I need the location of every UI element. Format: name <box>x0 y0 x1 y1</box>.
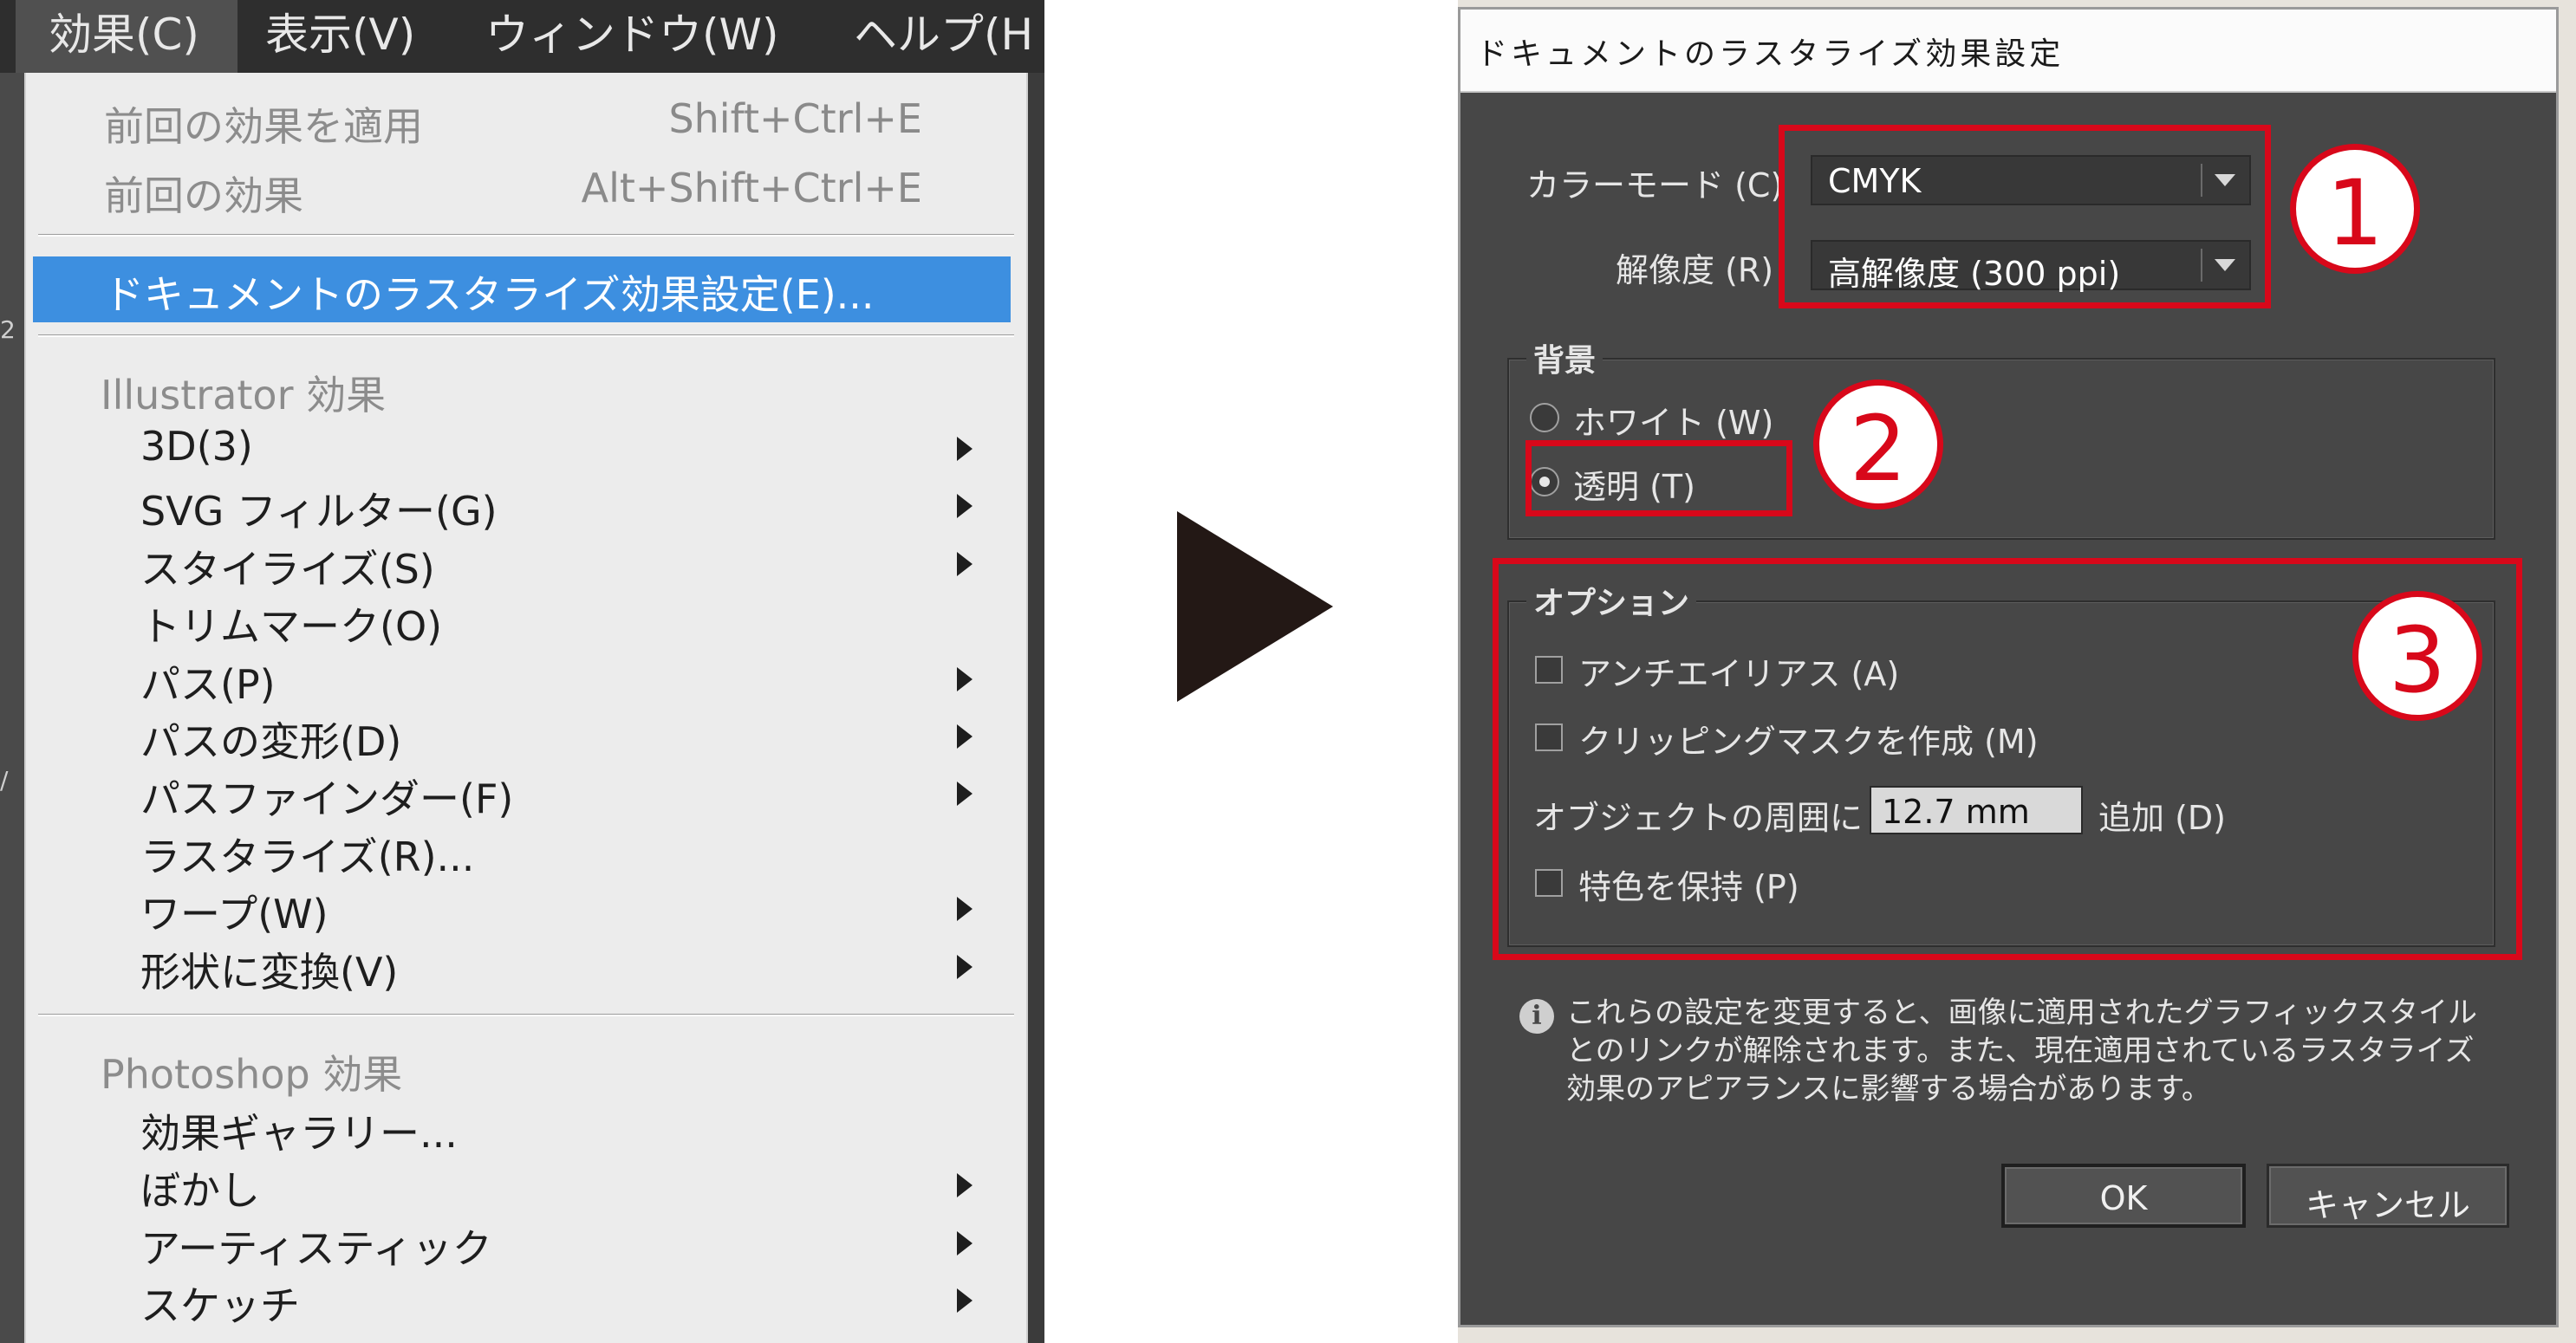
ok-button-label: OK <box>2099 1179 2148 1217</box>
menu-item[interactable]: 3D(3) <box>26 419 1026 477</box>
info-text-line-2: とのリンクが解除されます。また、現在適用されているラスタライズ <box>1566 1034 2475 1068</box>
menu-separator <box>38 1014 1014 1016</box>
menu-item-label: 効果ギャラリー... <box>140 1110 458 1157</box>
effect-menu-screenshot: 効果(C) 表示(V) ウィンドウ(W) ヘルプ(H 2 / 前回の効果を適用 … <box>0 0 1044 1343</box>
background-mark: / <box>0 766 9 795</box>
annotation-badge-3: 3 <box>2352 591 2482 721</box>
dialog-titlebar[interactable]: ドキュメントのラスタライズ効果設定 <box>1460 10 2556 93</box>
annotation-number: 2 <box>1849 396 1908 502</box>
menubar: 効果(C) 表示(V) ウィンドウ(W) ヘルプ(H <box>0 0 1044 73</box>
menu-item-shortcut: Alt+Shift+Ctrl+E <box>581 165 922 211</box>
menu-item[interactable]: ラスタライズ(R)... <box>26 822 1026 880</box>
menubar-item-help[interactable]: ヘルプ(H <box>854 0 1033 73</box>
menu-separator <box>38 334 1014 337</box>
submenu-arrow-icon <box>957 437 973 461</box>
menu-item-label: パスの変形(D) <box>140 718 402 765</box>
color-mode-label: カラーモード (C) <box>1526 166 1784 204</box>
ok-button[interactable]: OK <box>2001 1164 2246 1228</box>
radio-white-label[interactable]: ホワイト (W) <box>1573 396 1773 444</box>
submenu-arrow-icon <box>957 666 973 691</box>
menu-item-last-effect[interactable]: 前回の効果 Alt+Shift+Ctrl+E <box>26 161 1026 219</box>
radio-white[interactable] <box>1530 403 1559 432</box>
submenu-arrow-icon <box>957 724 973 749</box>
menubar-item-effect[interactable]: 効果(C) <box>16 0 237 73</box>
submenu-arrow-icon <box>957 1173 973 1198</box>
menu-item[interactable]: スケッチ <box>26 1271 1026 1329</box>
menu-item[interactable]: SVG フィルター(G) <box>26 477 1026 535</box>
dialog-title: ドキュメントのラスタライズ効果設定 <box>1476 36 2065 72</box>
menu-item-label: ラスタライズ(R)... <box>140 833 475 880</box>
menu-item-label: パスファインダー(F) <box>140 775 514 823</box>
annotation-badge-2: 2 <box>1813 380 1943 509</box>
menu-item-label: スタイライズ(S) <box>140 545 435 593</box>
transition-arrow-icon <box>1177 511 1333 702</box>
menu-item-label: 前回の効果 <box>104 172 303 219</box>
menu-item[interactable]: パスの変形(D) <box>26 707 1026 765</box>
menu-item[interactable]: パス(P) <box>26 650 1026 708</box>
menu-item-label: パス(P) <box>140 660 276 708</box>
resolution-label: 解像度 (R) <box>1616 251 1774 289</box>
submenu-arrow-icon <box>957 1288 973 1314</box>
menu-item[interactable]: 形状に変換(V) <box>26 938 1026 996</box>
cancel-button-label: キャンセル <box>2305 1186 2470 1224</box>
menubar-item-window[interactable]: ウィンドウ(W) <box>485 0 778 73</box>
menu-item-label: SVG フィルター(G) <box>140 488 498 535</box>
menu-item-label: 前回の効果を適用 <box>104 103 423 150</box>
menu-separator <box>38 234 1014 237</box>
menu-item-label: アーティスティック <box>140 1224 492 1272</box>
menu-item-label: 形状に変換(V) <box>140 948 399 996</box>
annotation-number: 1 <box>2326 160 2384 266</box>
annotation-box-2 <box>1525 440 1792 516</box>
menu-item[interactable]: アーティスティック <box>26 1214 1026 1272</box>
menu-item-label: ワープ(W) <box>140 891 329 938</box>
menu-item[interactable]: ぼかし <box>26 1156 1026 1215</box>
info-icon: i <box>1519 999 1554 1034</box>
menu-item-apply-last-effect[interactable]: 前回の効果を適用 Shift+Ctrl+E <box>26 92 1026 150</box>
menu-section-header-photoshop: Photoshop 効果 <box>26 1040 1026 1098</box>
menu-item-label: トリムマーク(O) <box>140 603 443 651</box>
submenu-arrow-icon <box>957 782 973 807</box>
effect-dropdown-menu: 前回の効果を適用 Shift+Ctrl+E 前回の効果 Alt+Shift+Ct… <box>24 73 1028 1343</box>
background-group-title: 背景 <box>1526 335 1603 380</box>
section-header-label: Photoshop 効果 <box>101 1051 403 1098</box>
menu-item[interactable]: トリムマーク(O) <box>26 592 1026 651</box>
background-mark: 2 <box>0 315 16 344</box>
submenu-arrow-icon <box>957 494 973 519</box>
menu-item-label: スケッチ <box>140 1282 300 1330</box>
menu-item[interactable]: ワープ(W) <box>26 879 1026 938</box>
annotation-badge-1: 1 <box>2290 144 2420 274</box>
info-text-line-3: 効果のアピアランスに影響する場合があります。 <box>1566 1072 2211 1106</box>
background-app-strip: 2 / <box>0 73 24 1343</box>
section-header-label: Illustrator 効果 <box>101 372 387 418</box>
annotation-box-1 <box>1779 125 2271 308</box>
annotation-number: 3 <box>2388 607 2447 713</box>
menu-item-shortcut: Shift+Ctrl+E <box>668 95 922 142</box>
cancel-button[interactable]: キャンセル <box>2267 1164 2509 1228</box>
submenu-arrow-icon <box>957 954 973 979</box>
submenu-arrow-icon <box>957 1230 973 1255</box>
menu-item-label: ぼかし <box>140 1167 260 1215</box>
menu-item-document-raster-settings[interactable]: ドキュメントのラスタライズ効果設定(E)... <box>33 256 1011 322</box>
menu-item[interactable]: スタイライズ(S) <box>26 535 1026 593</box>
menu-item[interactable]: 効果ギャラリー... <box>26 1099 1026 1157</box>
menubar-item-view[interactable]: 表示(V) <box>265 0 415 73</box>
menu-section-header-illustrator: Illustrator 効果 <box>26 360 1026 418</box>
submenu-arrow-icon <box>957 897 973 922</box>
info-text-line-1: これらの設定を変更すると、画像に適用されたグラフィックスタイル <box>1566 996 2477 1030</box>
submenu-arrow-icon <box>957 551 973 576</box>
menu-item-label: ドキュメントのラスタライズ効果設定(E)... <box>104 271 875 318</box>
menu-item-label: 3D(3) <box>140 423 253 470</box>
menu-item[interactable]: パスファインダー(F) <box>26 764 1026 822</box>
